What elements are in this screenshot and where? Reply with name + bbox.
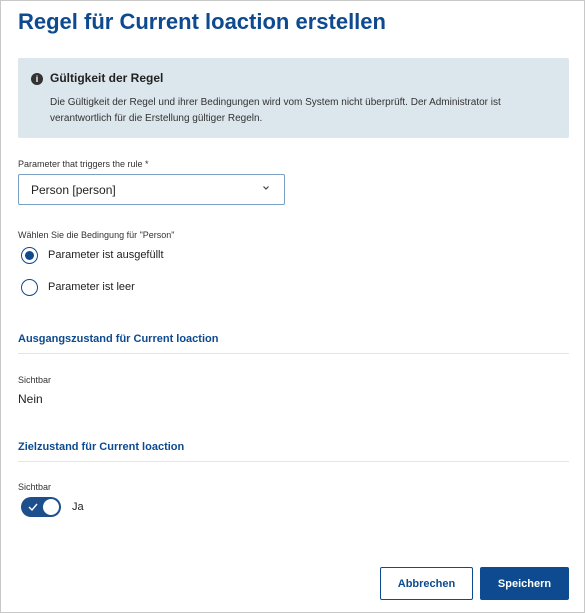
radio-button-empty[interactable] [21,278,38,296]
target-visible-label: Sichtbar [18,482,52,492]
visible-toggle[interactable] [21,497,61,517]
divider [18,353,569,354]
info-title: Gültigkeit der Regel [50,71,164,85]
check-icon [28,503,38,512]
initial-visible-label: Sichtbar [18,375,52,385]
condition-label: Wählen Sie die Bedingung für "Person" [18,230,175,240]
save-button[interactable]: Speichern [480,567,569,600]
toggle-label: Ja [72,501,84,513]
radio-option-empty[interactable]: Parameter ist leer [21,277,135,297]
dialog-title: Regel für Current loaction erstellen [18,9,386,34]
radio-label-empty: Parameter ist leer [48,281,135,293]
radio-button-filled[interactable] [21,246,38,264]
initial-state-heading: Ausgangszustand für Current loaction [18,333,219,345]
initial-visible-value: Nein [18,392,43,406]
divider [18,461,569,462]
rule-dialog: Regel für Current loaction erstellen i G… [0,0,585,613]
cancel-button[interactable]: Abbrechen [380,567,473,600]
chevron-down-icon [263,186,269,190]
parameter-select-value: Person [person] [31,183,116,197]
parameter-select[interactable]: Person [person] [18,174,285,205]
info-banner: i Gültigkeit der Regel Die Gültigkeit de… [18,58,569,138]
target-state-heading: Zielzustand für Current loaction [18,441,185,453]
radio-option-filled[interactable]: Parameter ist ausgefüllt [21,245,164,265]
toggle-knob [43,499,59,515]
info-icon: i [31,73,43,85]
radio-label-filled: Parameter ist ausgefüllt [48,249,164,261]
info-text: Die Gültigkeit der Regel und ihrer Bedin… [50,97,501,124]
parameter-label: Parameter that triggers the rule * [18,159,149,169]
